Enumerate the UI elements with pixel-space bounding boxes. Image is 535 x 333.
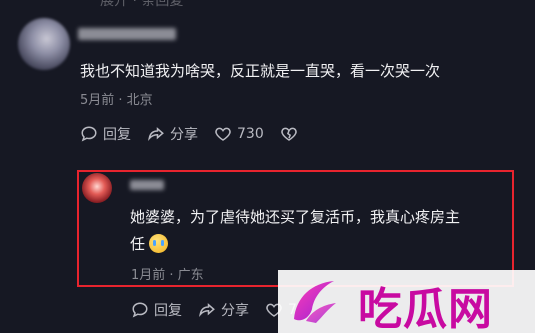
reply-text-line1: 她婆婆，为了虐待她还买了复活币，我真心疼房主 <box>130 208 461 226</box>
reply-text-line2: 任 <box>130 233 169 254</box>
heart-icon <box>215 127 231 141</box>
chat-bubble-icon <box>81 126 97 142</box>
comment-text: 我也不知道我为啥哭，反正就是一直哭，看一次哭一次 <box>80 62 441 80</box>
commenter-avatar[interactable] <box>18 18 70 70</box>
like-button[interactable]: 730 <box>214 125 264 143</box>
reply-text-continuation: 任 <box>130 235 146 253</box>
reply-share-button[interactable]: 分享 <box>198 300 249 320</box>
share-button[interactable]: 分享 <box>147 124 198 144</box>
comment-meta: 5月前 · 北京 <box>80 93 153 108</box>
reply-share-label: 分享 <box>221 303 249 319</box>
replier-name-blurred[interactable] <box>130 180 164 190</box>
reply-button[interactable]: 回复 <box>80 124 131 144</box>
share-arrow-icon <box>199 303 215 318</box>
chat-bubble-icon <box>132 302 148 318</box>
watermark-text: 吃瓜网 <box>358 284 493 333</box>
like-count: 730 <box>237 126 264 142</box>
replier-avatar[interactable] <box>82 173 112 203</box>
watermark-logo-icon <box>294 281 336 323</box>
cut-off-top-text: 展开 · 条回复 <box>100 0 184 9</box>
reply-reply-button[interactable]: 回复 <box>131 300 182 320</box>
comment-actions: 回复 分享 730 <box>80 124 298 144</box>
reply-meta: 1月前 · 广东 <box>131 268 204 283</box>
crying-face-icon <box>149 234 169 253</box>
dislike-button[interactable] <box>280 125 298 143</box>
broken-heart-icon <box>280 127 297 141</box>
share-arrow-icon <box>148 127 164 142</box>
commenter-name-blurred[interactable] <box>78 28 176 40</box>
reply-reply-label: 回复 <box>154 303 182 319</box>
reply-label: 回复 <box>103 127 131 143</box>
share-label: 分享 <box>170 127 198 143</box>
